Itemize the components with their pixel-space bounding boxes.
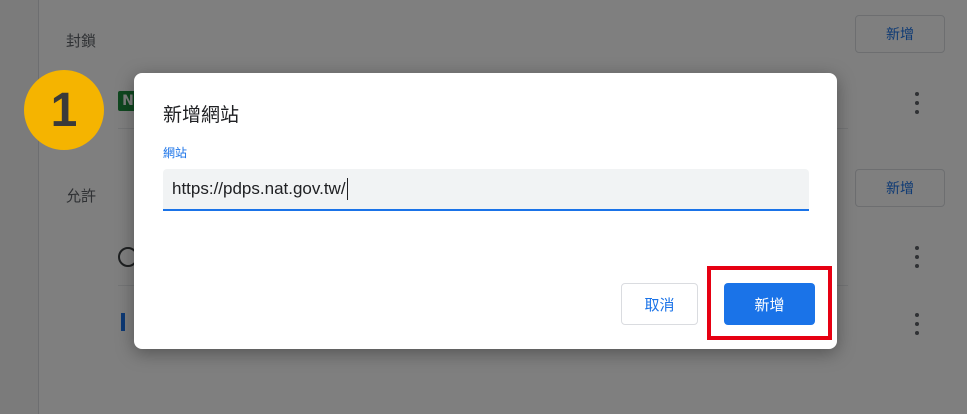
text-caret [346,178,348,200]
step-number-badge: 1 [24,70,104,150]
site-url-value: https://pdps.nat.gov.tw/ [172,179,346,198]
dialog-title: 新增網站 [163,104,240,126]
cancel-button[interactable]: 取消 [621,283,698,325]
site-url-input[interactable]: https://pdps.nat.gov.tw/ [163,169,809,211]
highlight-box [707,266,832,340]
site-field-label: 網站 [163,146,188,160]
